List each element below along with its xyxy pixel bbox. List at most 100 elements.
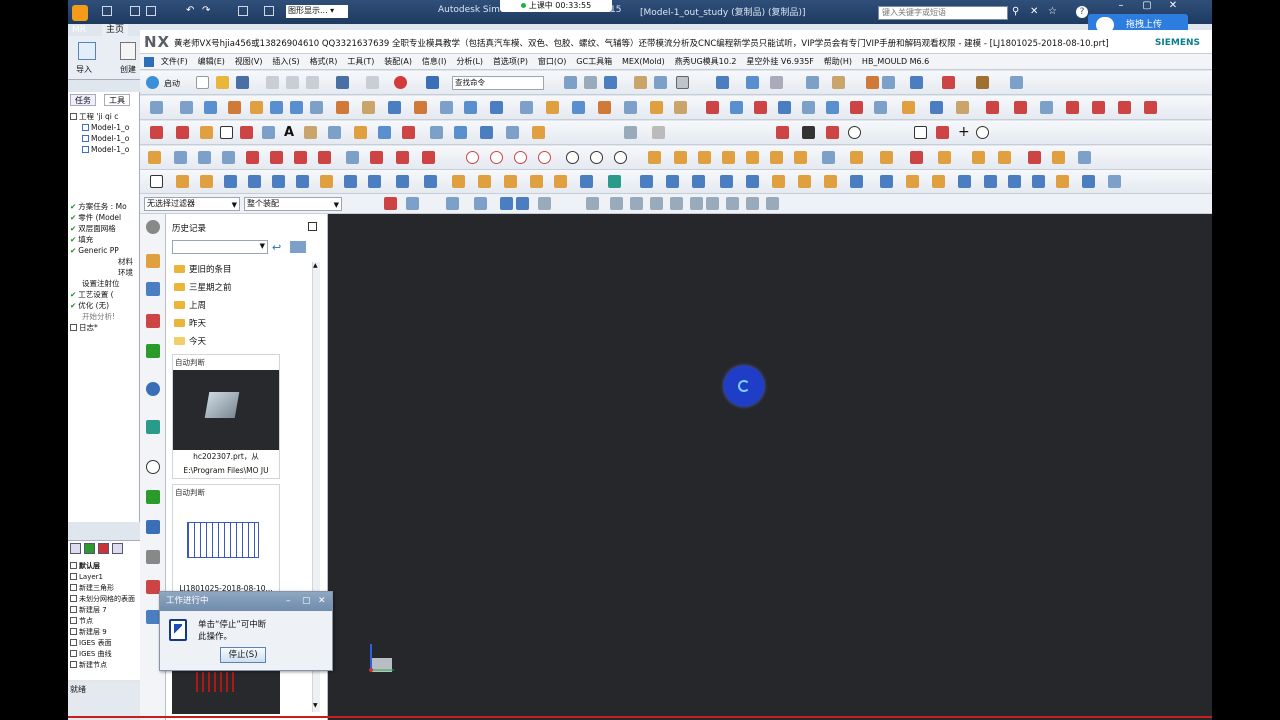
- start-label[interactable]: 启动: [164, 78, 180, 89]
- unsew-icon[interactable]: [1108, 175, 1121, 188]
- project-curve-icon[interactable]: [1144, 101, 1157, 114]
- groove-icon[interactable]: [906, 175, 919, 188]
- prism-icon[interactable]: [984, 175, 997, 188]
- layer-item[interactable]: 未划分网格的表面: [70, 594, 135, 604]
- arc-tool-icon[interactable]: [176, 126, 189, 139]
- menu-mex[interactable]: MEX(Mold): [622, 54, 665, 70]
- selection-filter-select[interactable]: 无选择过滤器 ▼: [144, 197, 240, 211]
- dialog-maximize-button[interactable]: ▢: [302, 592, 311, 611]
- snap-point-icon[interactable]: [500, 197, 513, 210]
- snap-bound-icon[interactable]: [766, 197, 779, 210]
- axis-icon[interactable]: [1028, 151, 1041, 164]
- circle-f-icon[interactable]: [590, 151, 603, 164]
- command-search-input[interactable]: 查找命令: [452, 76, 544, 90]
- runner-icon[interactable]: [930, 101, 943, 114]
- blank-block-icon[interactable]: [150, 175, 163, 188]
- fix-icon[interactable]: [346, 151, 359, 164]
- task-item[interactable]: 开始分析!: [82, 312, 115, 322]
- color-icon[interactable]: [676, 76, 689, 89]
- task-item[interactable]: ✔ 双层面网格: [70, 224, 116, 234]
- pull-face-icon[interactable]: [666, 175, 679, 188]
- lasso-icon[interactable]: [474, 197, 487, 210]
- new-file-icon[interactable]: [196, 76, 209, 89]
- print-icon[interactable]: [238, 6, 248, 16]
- face-blend-icon[interactable]: [798, 175, 811, 188]
- assembly-navigator-icon[interactable]: [146, 254, 160, 268]
- task-item[interactable]: ✔ 工艺设置 (: [70, 290, 114, 300]
- divide-icon[interactable]: [532, 126, 545, 139]
- profile-icon[interactable]: [776, 126, 789, 139]
- menu-view[interactable]: 视图(V): [235, 54, 263, 70]
- task-item[interactable]: 日志*: [70, 323, 98, 333]
- insert-icon[interactable]: [972, 151, 985, 164]
- cylinder-solid-icon[interactable]: [1008, 175, 1021, 188]
- scroll-down-icon[interactable]: ▼: [313, 702, 318, 709]
- menu-preferences[interactable]: 首选项(P): [493, 54, 528, 70]
- cam-icon[interactable]: [1052, 151, 1065, 164]
- select-all-icon[interactable]: [406, 197, 419, 210]
- offset-icon[interactable]: [388, 101, 401, 114]
- history-folder-3weeks[interactable]: 三星期之前: [174, 282, 232, 294]
- trim-icon[interactable]: [336, 101, 349, 114]
- scroll-up-icon[interactable]: ▲: [313, 262, 318, 269]
- horizontal-icon[interactable]: [198, 151, 211, 164]
- face-icon[interactable]: [270, 101, 283, 114]
- system-materials-icon[interactable]: [146, 490, 160, 504]
- ejector-icon[interactable]: [874, 101, 887, 114]
- resize-icon[interactable]: [692, 175, 705, 188]
- cut-icon[interactable]: [266, 76, 279, 89]
- point-icon[interactable]: [328, 126, 341, 139]
- deselect-icon[interactable]: [446, 197, 459, 210]
- layer-delete-icon[interactable]: [97, 543, 109, 554]
- window-icon[interactable]: [264, 6, 274, 16]
- tangent-icon[interactable]: [294, 151, 307, 164]
- layer-item[interactable]: 节点: [70, 616, 93, 626]
- intersect-icon[interactable]: [354, 126, 367, 139]
- shape-icon[interactable]: [304, 126, 317, 139]
- snap-intersect-icon[interactable]: [630, 197, 643, 210]
- ruler-icon[interactable]: [976, 76, 989, 89]
- core-icon[interactable]: [778, 101, 791, 114]
- spreadsheet-icon[interactable]: [652, 126, 665, 139]
- edge-blend-icon[interactable]: [772, 175, 785, 188]
- panel-pin-icon[interactable]: [308, 222, 317, 231]
- analysis-icon[interactable]: [1078, 151, 1091, 164]
- drawing-icon[interactable]: [910, 151, 923, 164]
- sim-search-input[interactable]: 键入关键字或短语: [878, 6, 1008, 20]
- history-folder-lastweek[interactable]: 上周: [174, 300, 206, 312]
- redo-icon[interactable]: [366, 76, 379, 89]
- graphics-viewport[interactable]: [328, 214, 1212, 720]
- mold-base-icon[interactable]: [794, 151, 807, 164]
- save-icon[interactable]: [146, 6, 156, 16]
- wrap-icon[interactable]: [546, 101, 559, 114]
- line-tool-icon[interactable]: [150, 126, 163, 139]
- history-clock-icon[interactable]: [146, 460, 160, 474]
- open-icon[interactable]: [130, 6, 140, 16]
- history-filter-select[interactable]: ▼: [172, 240, 268, 254]
- menu-xingkong[interactable]: 星空外挂 V6.935F: [746, 54, 814, 70]
- cube-icon[interactable]: [604, 76, 617, 89]
- snap-perp-icon[interactable]: [690, 197, 703, 210]
- dimension-icon[interactable]: [942, 76, 955, 89]
- menu-tools[interactable]: 工具(T): [347, 54, 374, 70]
- move-face-icon[interactable]: [554, 175, 567, 188]
- fillet-curve-icon[interactable]: [1092, 101, 1105, 114]
- model-node[interactable]: Model-1_o: [82, 145, 129, 155]
- patch-icon[interactable]: [396, 175, 409, 188]
- tab-tools[interactable]: 工具: [104, 94, 130, 106]
- block-icon[interactable]: [176, 175, 189, 188]
- task-item[interactable]: 设置注射位: [82, 279, 120, 289]
- electrode-icon[interactable]: [850, 151, 863, 164]
- reuse-library-icon[interactable]: [146, 344, 160, 358]
- layout-icon[interactable]: [746, 151, 759, 164]
- family-icon[interactable]: [770, 151, 783, 164]
- sim-app-icon[interactable]: [72, 5, 88, 21]
- arc-sketch-icon[interactable]: [826, 126, 839, 139]
- polygon-icon[interactable]: [240, 126, 253, 139]
- fill-icon[interactable]: [414, 101, 427, 114]
- settings-gear-icon[interactable]: [146, 220, 160, 234]
- sew-icon[interactable]: [1082, 175, 1095, 188]
- trim-body-icon[interactable]: [344, 175, 357, 188]
- chamfer-icon[interactable]: [262, 126, 275, 139]
- menu-window[interactable]: 窗口(O): [538, 54, 567, 70]
